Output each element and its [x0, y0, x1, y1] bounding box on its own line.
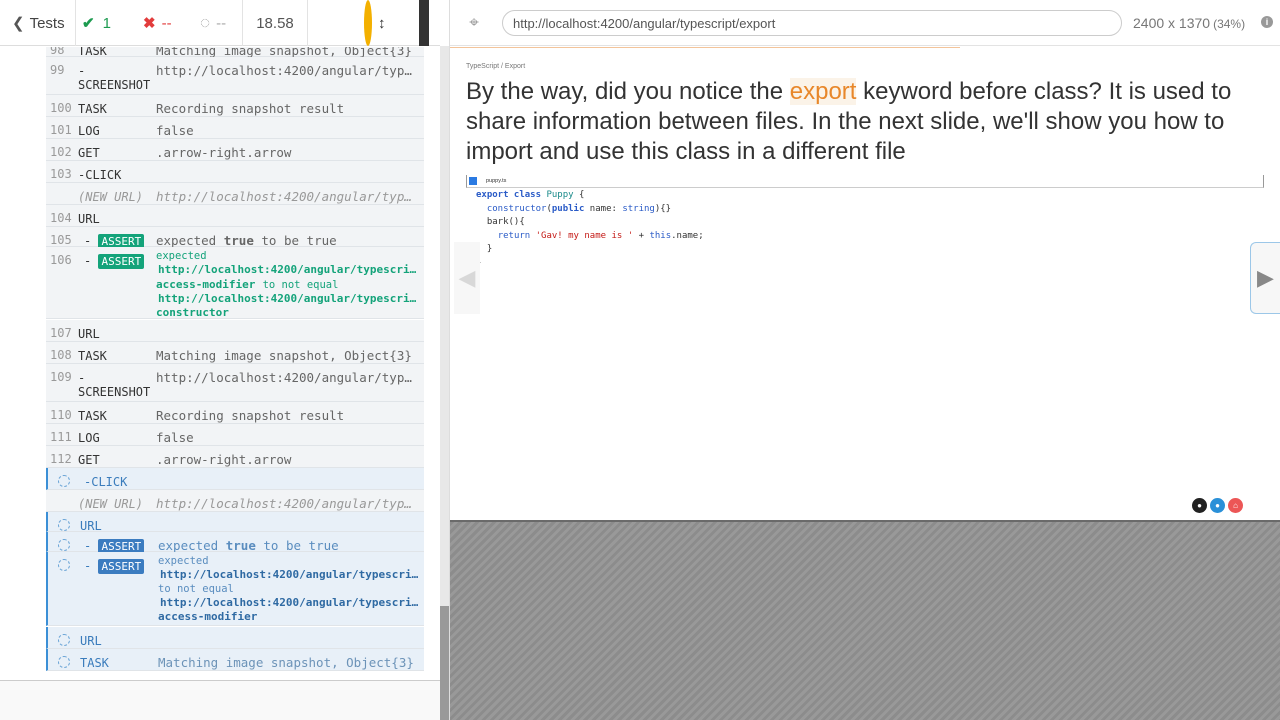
- running-indicator-icon: [364, 0, 372, 46]
- x-icon: ✖: [143, 15, 156, 32]
- command-row[interactable]: 110 TASK Recording snapshot result: [46, 402, 424, 424]
- command-row[interactable]: 111 LOG false: [46, 424, 424, 446]
- pending-command-row[interactable]: - ASSERT expected true to be true: [46, 532, 424, 554]
- command-row[interactable]: (NEW URL) http://localhost:4200/angular/…: [46, 183, 424, 205]
- command-row[interactable]: (NEW URL) http://localhost:4200/angular/…: [46, 490, 424, 512]
- code-content: export class Puppy { constructor(public …: [476, 190, 704, 268]
- home-icon[interactable]: ⌂: [1228, 498, 1243, 513]
- pending-command-row[interactable]: -CLICK: [46, 468, 424, 490]
- command-row[interactable]: 101 LOG false: [46, 117, 424, 139]
- breadcrumb: TypeScript / Export: [466, 63, 526, 70]
- slide-progress: [450, 47, 960, 48]
- pending-command-row[interactable]: URL: [46, 627, 424, 649]
- editor-tabbar: puppy.ts: [466, 175, 1264, 188]
- command-row[interactable]: 104 URL: [46, 205, 424, 227]
- code-editor[interactable]: puppy.ts export class Puppy { constructo…: [466, 175, 1264, 311]
- command-row[interactable]: 108 TASK Matching image snapshot, Object…: [46, 342, 424, 364]
- command-row[interactable]: 99 - SCREENSHOT http://localhost:4200/an…: [46, 57, 424, 95]
- reporter-panel: ❮ Tests ✔ 1 ✖ -- ◌ -- 18.58 ↕ 98 TASK Ma…: [0, 0, 440, 720]
- reporter-header: ❮ Tests ✔ 1 ✖ -- ◌ -- 18.58 ↕: [0, 0, 440, 46]
- aut-url-input[interactable]: [502, 10, 1122, 36]
- aut-background: [450, 520, 1280, 720]
- pending-command-row[interactable]: URL: [46, 512, 424, 533]
- command-row[interactable]: 107 URL: [46, 320, 424, 342]
- command-log: 98 TASK Matching image snapshot, Object{…: [0, 47, 440, 680]
- chevron-left-icon: ❮: [12, 15, 25, 32]
- assert-badge: ASSERT: [98, 254, 145, 269]
- pending-command-row[interactable]: - ASSERT expected http://localhost:4200/…: [46, 552, 424, 626]
- selector-playground-icon[interactable]: ⌖: [464, 13, 484, 33]
- spinner-icon: [58, 475, 70, 487]
- pending-command-row[interactable]: TASK Matching image snapshot, Object{3}: [46, 649, 424, 671]
- info-icon[interactable]: i: [1261, 16, 1273, 28]
- file-icon: [469, 177, 477, 185]
- spinner-icon: [58, 559, 70, 571]
- aut-iframe: TypeScript / Export By the way, did you …: [450, 47, 1280, 520]
- failed-count: ✖ --: [143, 14, 172, 33]
- command-row[interactable]: 103 -CLICK: [46, 161, 424, 183]
- prev-slide-button[interactable]: ◀: [454, 242, 480, 314]
- spinner-icon: [58, 519, 70, 531]
- command-row[interactable]: 98 TASK Matching image snapshot, Object{…: [46, 47, 424, 58]
- tests-button[interactable]: ❮ Tests: [0, 0, 76, 46]
- duration: 18.58: [242, 0, 308, 46]
- spinner-icon: [58, 539, 70, 551]
- circle-notch-icon: ◌: [200, 13, 211, 32]
- command-row[interactable]: 109 - SCREENSHOT http://localhost:4200/a…: [46, 364, 424, 402]
- check-icon: ✔: [82, 15, 95, 32]
- spinner-icon: [58, 634, 70, 646]
- scroll-toggle-icon[interactable]: ↕: [378, 0, 390, 46]
- tests-label: Tests: [29, 14, 65, 32]
- command-row[interactable]: 100 TASK Recording snapshot result: [46, 95, 424, 117]
- stop-button[interactable]: [419, 0, 429, 46]
- viewport-size: 2400 x 1370 (34%): [1133, 15, 1246, 31]
- command-row[interactable]: 106 - ASSERT expected http://localhost:4…: [46, 247, 424, 319]
- github-icon[interactable]: ●: [1192, 498, 1207, 513]
- command-row[interactable]: 102 GET .arrow-right.arrow: [46, 139, 424, 161]
- keyword-highlight: export: [789, 78, 857, 105]
- reporter-footer: [0, 680, 440, 720]
- slide-headline: By the way, did you notice the export ke…: [466, 78, 1232, 165]
- twitter-icon[interactable]: ●: [1210, 498, 1225, 513]
- command-row[interactable]: 112 GET .arrow-right.arrow: [46, 446, 424, 468]
- passed-count: ✔ 1: [82, 14, 111, 33]
- file-tab[interactable]: puppy.ts: [486, 178, 506, 184]
- assert-badge: ASSERT: [98, 559, 145, 574]
- command-row[interactable]: 105 - ASSERT expected true to be true: [46, 227, 424, 249]
- spinner-icon: [58, 656, 70, 668]
- social-links: ● ● ⌂: [1192, 498, 1243, 513]
- next-slide-button[interactable]: ▶: [1250, 242, 1280, 314]
